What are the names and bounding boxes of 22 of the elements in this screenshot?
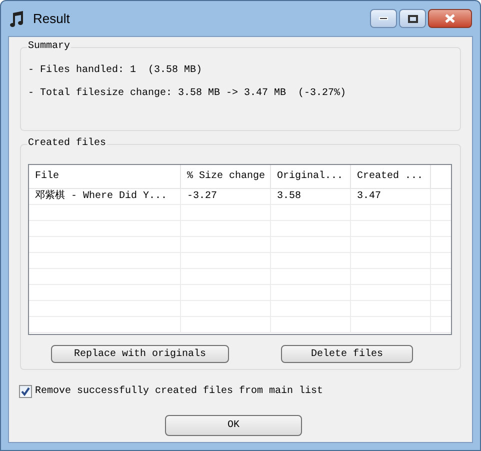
close-button[interactable]	[428, 9, 472, 28]
column-header[interactable]: File	[29, 165, 181, 188]
ok-button[interactable]: OK	[165, 415, 302, 436]
summary-line: - Total filesize change: 3.58 MB -> 3.47 MB (-3.27%)	[28, 88, 348, 100]
table-cell: 3.47	[351, 189, 431, 204]
checkbox-label: Remove successfully created files from main list	[35, 384, 324, 399]
table-cell: -3.27	[181, 189, 271, 204]
group-title: Summary	[27, 41, 72, 53]
music-note-icon	[9, 10, 25, 28]
checkbox[interactable]	[19, 385, 32, 398]
close-icon	[445, 14, 455, 23]
maximize-button[interactable]	[399, 9, 426, 28]
column-header[interactable]: % Size change	[181, 165, 271, 188]
action-button[interactable]: Delete files	[281, 345, 413, 363]
column-header[interactable]: Original...	[271, 165, 351, 188]
table-cell: 邓紫棋 - Where Did Y...	[29, 189, 181, 204]
column-header[interactable]: Created ...	[351, 165, 431, 188]
table-cell: 3.58	[271, 189, 351, 204]
action-button[interactable]: Replace with originals	[51, 345, 229, 363]
summary-line: - Files handled: 1 (3.58 MB)	[28, 65, 204, 77]
check-icon	[21, 387, 30, 396]
window-title: Result	[33, 10, 70, 28]
